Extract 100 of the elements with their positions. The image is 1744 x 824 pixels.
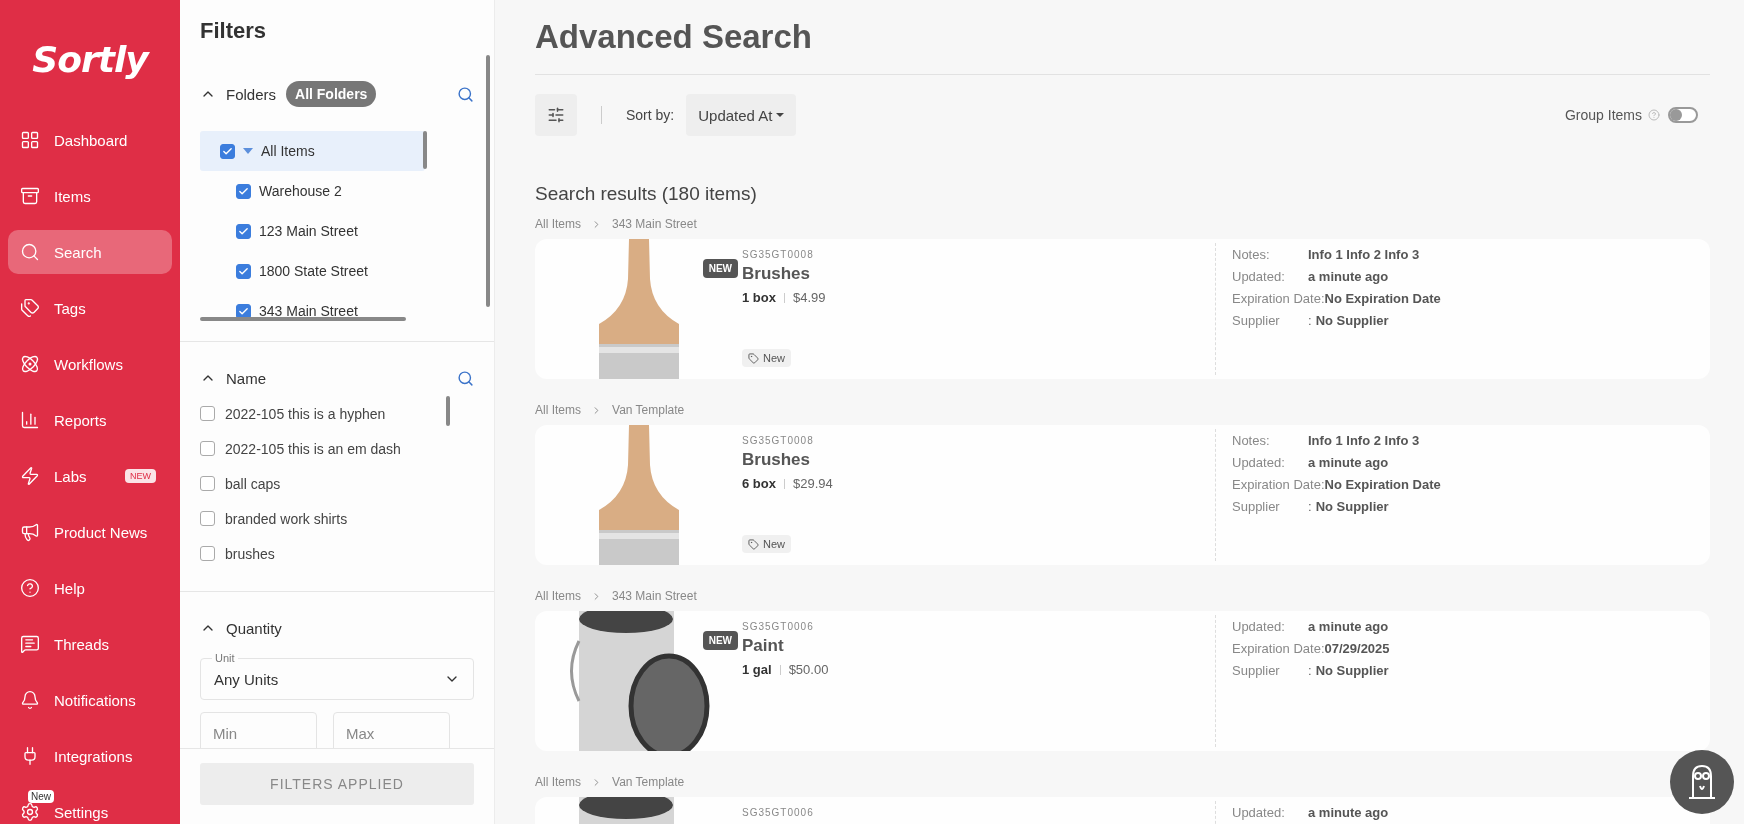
min-field[interactable]: Min: [200, 712, 317, 748]
folder-tree-item[interactable]: 1800 State Street: [200, 251, 425, 291]
tag-icon: [748, 352, 759, 364]
item-price: $29.94: [792, 476, 833, 491]
name-option: brushes: [225, 545, 275, 562]
item-price: $4.99: [792, 290, 826, 305]
checkbox[interactable]: [200, 406, 215, 421]
checkbox[interactable]: [200, 476, 215, 491]
check-icon: [222, 145, 233, 157]
detail-value: a minute ago: [1308, 618, 1389, 634]
detail-separator: :: [1308, 312, 1312, 328]
detail-separator: :: [1308, 498, 1312, 514]
page-title: Advanced Search: [535, 0, 1710, 75]
name-option: 2022-105 this is an em dash: [225, 440, 401, 457]
search-button[interactable]: [457, 85, 474, 103]
scrollbar-thumb[interactable]: [446, 396, 450, 426]
nav-label: Help: [54, 579, 85, 597]
grid-icon: [20, 130, 40, 150]
scrollbar-thumb[interactable]: [423, 131, 427, 169]
breadcrumb-link[interactable]: All Items: [535, 775, 581, 789]
item-sku: SG35GT0006: [742, 621, 815, 632]
caret-icon[interactable]: [243, 148, 253, 154]
nav-label: Threads: [54, 635, 110, 653]
search-icon: [20, 242, 40, 262]
folder-tree-item[interactable]: Warehouse 2: [200, 171, 425, 211]
group-items-label: Group Items: [1564, 107, 1642, 123]
folder-name: Warehouse 2: [259, 183, 342, 199]
nav-item[interactable]: New Settings: [8, 790, 172, 824]
detail-label: Expiration Date:: [1232, 476, 1325, 492]
detail-label: Supplier: [1232, 498, 1281, 514]
detail-label: Expiration Date:: [1232, 640, 1325, 656]
detail-value: No Expiration Date: [1324, 476, 1441, 492]
breadcrumb-link[interactable]: All Items: [535, 403, 581, 417]
atom-icon: [20, 354, 40, 374]
logo[interactable]: Sortly: [8, 0, 172, 118]
breadcrumb-link[interactable]: All Items: [535, 589, 581, 603]
breadcrumb-link[interactable]: Van Template: [612, 403, 685, 417]
nav-item[interactable]: Search: [8, 230, 172, 274]
nav-item[interactable]: Reports: [8, 398, 172, 442]
group-items-toggle[interactable]: [1668, 107, 1698, 123]
unit-select[interactable]: Unit Any Units: [200, 650, 474, 700]
filter-toggle-button[interactable]: [535, 94, 577, 136]
detail-label: Notes:: [1232, 432, 1271, 448]
item-quantity: 1 gal: [742, 662, 772, 677]
detail-value: No Supplier: [1315, 312, 1389, 328]
owl-icon: [1687, 764, 1717, 800]
scrollbar-thumb[interactable]: [486, 55, 490, 307]
sort-label: Sort by:: [626, 107, 675, 123]
folder-tree-item[interactable]: 123 Main Street: [200, 211, 425, 251]
nav-item[interactable]: Labs NEW: [8, 454, 172, 498]
detail-label: Notes:: [1232, 246, 1271, 262]
item-quantity: 6 box: [742, 476, 776, 491]
nav-item[interactable]: Help: [8, 566, 172, 610]
breadcrumb-link[interactable]: All Items: [535, 217, 581, 231]
result-card[interactable]: SG35GT0006 Updated: a minute ago: [535, 797, 1710, 824]
item-sku: SG35GT0008: [742, 435, 815, 446]
folder-name: 123 Main Street: [259, 223, 358, 239]
max-field[interactable]: Max: [333, 712, 450, 748]
bell-icon: [20, 690, 40, 710]
detail-label: Supplier: [1232, 312, 1281, 328]
nav-item[interactable]: Tags: [8, 286, 172, 330]
detail-value: No Expiration Date: [1324, 290, 1441, 306]
scrollbar-thumb[interactable]: [200, 317, 406, 321]
result-card[interactable]: NEW SG35GT0008 Brushes 1 box $4.99 New Notes: Info 1 Info 2 Info 3 Updated: a minute ago Expiration Date:No Expiration Date Supplier : No Supplier: [535, 239, 1710, 379]
result-card[interactable]: NEW SG35GT0006 Paint 1 gal $50.00 Updated: a minute ago Expiration Date:07/29/2025 Supplier : No Supplier: [535, 611, 1710, 751]
nav-item[interactable]: Integrations: [8, 734, 172, 778]
result-card[interactable]: SG35GT0008 Brushes 6 box $29.94 New Notes: Info 1 Info 2 Info 3 Updated: a minute ago Expiration Date:No Expiration Date Supplier : No Supplier: [535, 425, 1710, 565]
nav-label: Product News: [54, 523, 148, 541]
search-button[interactable]: [457, 369, 474, 387]
folder-tree-item[interactable]: All Items: [200, 131, 425, 171]
checkbox[interactable]: [236, 263, 251, 279]
check-icon: [238, 265, 249, 277]
sort-dropdown[interactable]: Updated At: [686, 94, 797, 136]
nav-label: Tags: [54, 299, 86, 317]
nav-item[interactable]: Threads: [8, 622, 172, 666]
nav-label: Notifications: [54, 691, 136, 709]
item-sku: SG35GT0006: [742, 807, 815, 818]
filters-applied-button[interactable]: FILTERS APPLIED: [200, 763, 474, 805]
breadcrumb-link[interactable]: Van Template: [612, 775, 685, 789]
check-icon: [238, 185, 249, 197]
nav-item[interactable]: Dashboard: [8, 118, 172, 162]
name-option: branded work shirts: [225, 510, 348, 527]
nav-item[interactable]: Items: [8, 174, 172, 218]
folder-name: 343 Main Street: [259, 303, 358, 319]
checkbox[interactable]: [236, 223, 251, 239]
breadcrumb-link[interactable]: 343 Main Street: [612, 589, 697, 603]
tag-chip: New: [742, 535, 791, 553]
detail-label: Updated:: [1232, 454, 1286, 470]
detail-value: No Supplier: [1315, 498, 1389, 514]
nav-item[interactable]: Workflows: [8, 342, 172, 386]
breadcrumb-link[interactable]: 343 Main Street: [612, 217, 697, 231]
checkbox[interactable]: [200, 546, 215, 561]
megaphone-icon: [20, 522, 40, 542]
checkbox[interactable]: [200, 511, 215, 526]
tags-icon: [20, 298, 40, 318]
checkbox[interactable]: [200, 441, 215, 456]
nav-item[interactable]: Notifications: [8, 678, 172, 722]
checkbox[interactable]: [236, 183, 251, 199]
checkbox[interactable]: [220, 143, 235, 159]
nav-item[interactable]: Product News: [8, 510, 172, 554]
